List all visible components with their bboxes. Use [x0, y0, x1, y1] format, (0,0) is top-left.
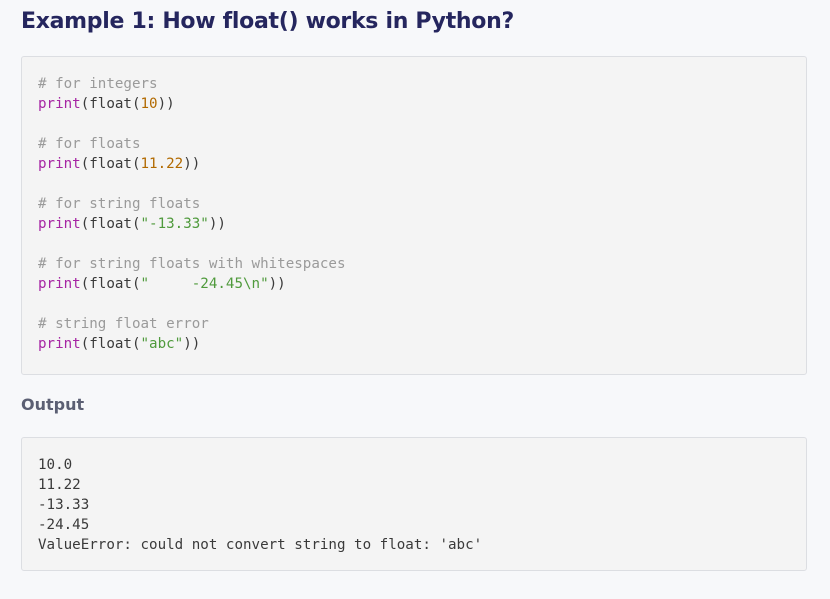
number-argument: 11.22	[140, 156, 184, 172]
code-comment: # for integers	[38, 76, 158, 92]
code-lines: # for integers print(float(10)) # for fl…	[38, 74, 346, 354]
output-line: 10.0	[38, 457, 73, 473]
code-comment-line: # for string floats with whitespaces	[38, 254, 346, 274]
output-lines: 10.0 11.22 -13.33 -24.45 ValueError: cou…	[38, 455, 482, 555]
output-heading: Output	[21, 395, 85, 414]
string-argument: "abc"	[140, 336, 184, 352]
code-comment-line: # for integers	[38, 74, 346, 94]
page-title: Example 1: How float() works in Python?	[21, 9, 514, 34]
blank-line	[38, 234, 346, 254]
float-call: (float(	[80, 336, 141, 352]
print-keyword: print	[38, 336, 81, 352]
closing-parens: ))	[157, 96, 175, 112]
closing-parens: ))	[183, 156, 201, 172]
code-block[interactable]: # for integers print(float(10)) # for fl…	[21, 56, 807, 375]
float-call: (float(	[80, 156, 141, 172]
float-call: (float(	[80, 276, 141, 292]
print-keyword: print	[38, 96, 81, 112]
code-statement-line: print(float(10))	[38, 94, 346, 114]
code-comment: # for string floats	[38, 196, 201, 212]
blank-line	[38, 294, 346, 314]
output-line: -13.33	[38, 497, 90, 513]
output-line: ValueError: could not convert string to …	[38, 537, 483, 553]
string-argument: " -24.45\n"	[140, 276, 269, 292]
code-statement-line: print(float(11.22))	[38, 154, 346, 174]
closing-parens: ))	[208, 216, 226, 232]
blank-line	[38, 114, 346, 134]
code-comment: # for floats	[38, 136, 141, 152]
print-keyword: print	[38, 276, 81, 292]
code-comment: # string float error	[38, 316, 209, 332]
output-line: 11.22	[38, 477, 81, 493]
output-line: -24.45	[38, 517, 90, 533]
print-keyword: print	[38, 156, 81, 172]
float-call: (float(	[80, 216, 141, 232]
number-argument: 10	[140, 96, 158, 112]
blank-line	[38, 174, 346, 194]
code-comment-line: # string float error	[38, 314, 346, 334]
code-statement-line: print(float("abc"))	[38, 334, 346, 354]
code-statement-line: print(float(" -24.45\n"))	[38, 274, 346, 294]
closing-parens: ))	[268, 276, 286, 292]
closing-parens: ))	[183, 336, 201, 352]
string-argument: "-13.33"	[140, 216, 209, 232]
output-block[interactable]: 10.0 11.22 -13.33 -24.45 ValueError: cou…	[21, 437, 807, 571]
code-comment: # for string floats with whitespaces	[38, 256, 346, 272]
code-comment-line: # for string floats	[38, 194, 346, 214]
float-call: (float(	[80, 96, 141, 112]
code-comment-line: # for floats	[38, 134, 346, 154]
print-keyword: print	[38, 216, 81, 232]
code-statement-line: print(float("-13.33"))	[38, 214, 346, 234]
